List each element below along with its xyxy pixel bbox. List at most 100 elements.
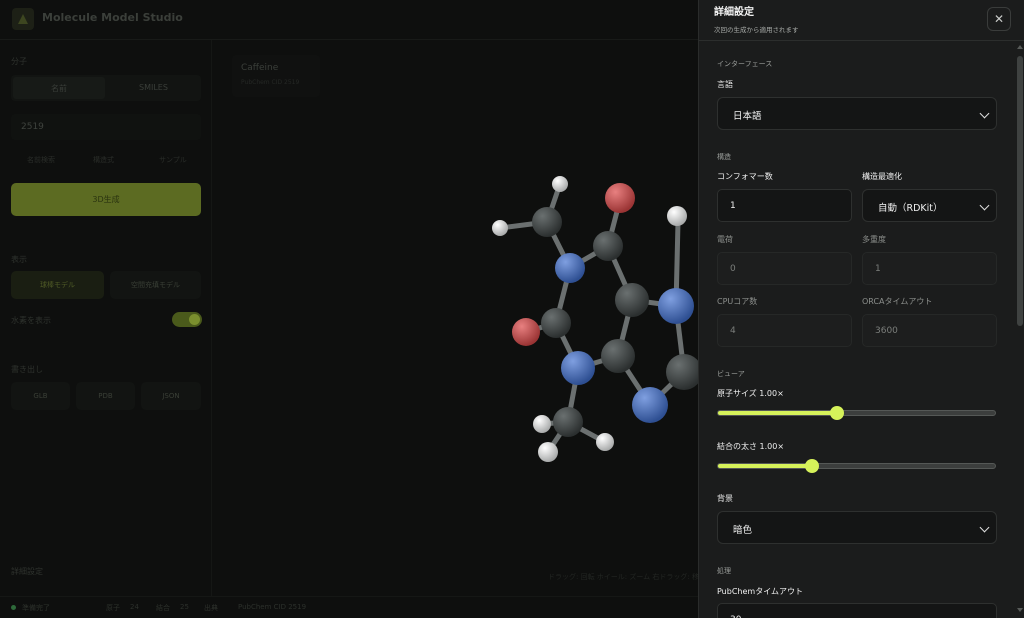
oxygen-atom	[512, 318, 540, 346]
display-section-label: 表示	[11, 255, 27, 264]
carbon-atom	[541, 308, 571, 338]
hydrogen-atom	[552, 176, 568, 192]
app-logo-icon	[12, 8, 34, 30]
hydrogen-label: 水素を表示	[11, 316, 51, 325]
app-title: Molecule Model Studio	[42, 11, 183, 24]
nitrogen-atom	[632, 387, 668, 423]
cpu-cores-label: CPUコア数	[717, 297, 758, 306]
orca-timeout-label: ORCAタイムアウト	[862, 297, 933, 306]
multiplicity-input[interactable]: 1	[862, 252, 997, 285]
panel-scrollbar[interactable]	[1016, 41, 1024, 618]
status-text: 準備完了	[22, 604, 50, 612]
hydrogen-atom	[492, 220, 508, 236]
orca-timeout-input[interactable]: 3600	[862, 314, 997, 347]
panel-subtitle: 次回の生成から適用されます	[714, 26, 799, 34]
quick-options: 名前検索 構造式 サンプル	[11, 148, 201, 172]
chevron-down-icon	[979, 108, 990, 119]
processing-group-label: 処理	[717, 567, 731, 575]
export-glb-button[interactable]: GLB	[11, 382, 70, 410]
language-label: 言語	[717, 80, 733, 89]
chevron-down-icon	[979, 200, 990, 211]
source-value: PubChem CID 2519	[238, 603, 307, 611]
conformers-label: コンフォマー数	[717, 172, 773, 181]
option-sample[interactable]: サンプル	[159, 155, 187, 165]
carbon-atom	[593, 231, 623, 261]
chevron-down-icon	[979, 522, 990, 533]
advanced-settings-panel: 詳細設定 次回の生成から適用されます ✕ インターフェース 言語 日本語 構造 …	[698, 0, 1024, 618]
oxygen-atom	[605, 183, 635, 213]
source-label: 出典	[204, 604, 218, 612]
space-fill-button[interactable]: 空間充填モデル	[110, 271, 201, 299]
molecule-viewer[interactable]	[470, 160, 698, 470]
generate-3d-button[interactable]: 3D生成	[11, 183, 201, 216]
background-label: 背景	[717, 494, 733, 503]
carbon-atom	[615, 283, 649, 317]
tab-name[interactable]: 名前	[51, 83, 67, 94]
optimization-select[interactable]: 自動（RDKit）	[862, 189, 997, 222]
option-structure[interactable]: 構造式	[93, 155, 114, 165]
export-json-button[interactable]: JSON	[141, 382, 201, 410]
hydrogen-atom	[538, 442, 558, 462]
slider-knob[interactable]	[830, 406, 844, 420]
nitrogen-atom	[555, 253, 585, 283]
nitrogen-atom	[658, 288, 694, 324]
molecule-card: Caffeine PubChem CID 2519	[232, 55, 320, 97]
input-mode-tabs[interactable]: 名前 SMILES	[11, 75, 201, 101]
export-section-label: 書き出し	[11, 365, 43, 374]
language-value: 日本語	[733, 111, 762, 122]
input-section-label: 分子	[11, 57, 27, 66]
molecule-source: PubChem CID 2519	[241, 79, 300, 86]
cpu-cores-input[interactable]: 4	[717, 314, 852, 347]
slider-knob[interactable]	[805, 459, 819, 473]
bond-thickness-slider[interactable]	[717, 459, 996, 473]
hydrogen-toggle[interactable]	[172, 312, 202, 327]
structure-group-label: 構造	[717, 153, 731, 161]
hydrogen-atom	[667, 206, 687, 226]
hydrogen-atom	[533, 415, 551, 433]
option-name-search[interactable]: 名前検索	[27, 155, 55, 165]
hydrogen-atom	[596, 433, 614, 451]
multiplicity-label: 多重度	[862, 235, 886, 244]
optimization-value: 自動（RDKit）	[878, 203, 943, 214]
status-dot-icon	[11, 605, 16, 610]
tab-smiles[interactable]: SMILES	[139, 83, 168, 92]
molecule-input[interactable]: 2519	[11, 114, 201, 140]
scroll-down-icon[interactable]	[1017, 608, 1023, 612]
carbon-atom	[601, 339, 635, 373]
background-select[interactable]: 暗色	[717, 511, 997, 544]
bond-thickness-label: 結合の太さ 1.00×	[717, 442, 785, 451]
scroll-up-icon[interactable]	[1017, 45, 1023, 49]
optimization-label: 構造最適化	[862, 172, 902, 181]
advanced-settings-link[interactable]: 詳細設定	[11, 566, 43, 577]
atoms-count: 24	[130, 603, 139, 611]
panel-header: 詳細設定 次回の生成から適用されます ✕	[699, 0, 1024, 41]
scrollbar-thumb[interactable]	[1017, 56, 1023, 326]
nitrogen-atom	[561, 351, 595, 385]
carbon-atom	[553, 407, 583, 437]
atom-size-label: 原子サイズ 1.00×	[717, 389, 784, 398]
carbon-atom	[532, 207, 562, 237]
viewer-hint: ドラッグ: 回転 ホイール: ズーム 右ドラッグ: 移動	[548, 573, 706, 581]
atoms	[492, 176, 698, 462]
atoms-label: 原子	[106, 604, 120, 612]
viewer-group-label: ビューア	[717, 370, 745, 378]
slider-fill	[718, 464, 812, 468]
ball-stick-button[interactable]: 球棒モデル	[11, 271, 104, 299]
status-bar: 準備完了 原子 24 結合 25 出典 PubChem CID 2519	[0, 596, 700, 618]
bonds-label: 結合	[156, 604, 170, 612]
charge-input[interactable]: 0	[717, 252, 852, 285]
app-root: Molecule Model Studio 分子 名前 SMILES 2519 …	[0, 0, 1024, 618]
interface-group-label: インターフェース	[717, 60, 773, 68]
background-value: 暗色	[733, 525, 753, 536]
bonds-count: 25	[180, 603, 189, 611]
slider-fill	[718, 411, 837, 415]
atom-size-slider[interactable]	[717, 406, 996, 420]
molecule-name: Caffeine	[241, 63, 279, 73]
close-button[interactable]: ✕	[987, 7, 1011, 31]
pubchem-timeout-input[interactable]: 30	[717, 603, 997, 618]
panel-title: 詳細設定	[714, 7, 754, 18]
language-select[interactable]: 日本語	[717, 97, 997, 130]
close-icon: ✕	[993, 12, 1005, 26]
conformers-input[interactable]: 1	[717, 189, 852, 222]
export-pdb-button[interactable]: PDB	[76, 382, 135, 410]
